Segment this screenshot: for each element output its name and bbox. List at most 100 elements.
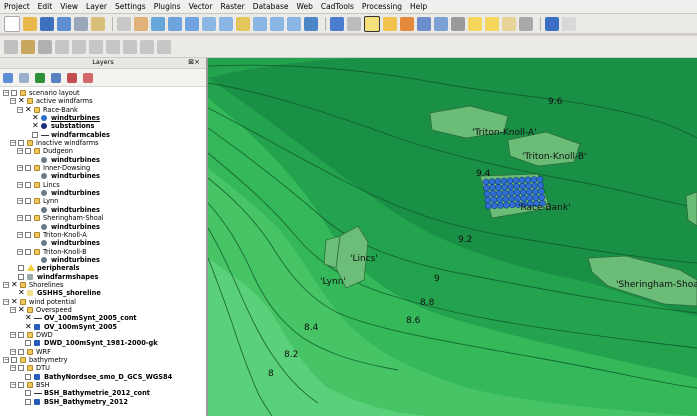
layer-visibility-checkbox[interactable]: ✕	[18, 97, 25, 105]
save-project-icon[interactable]	[40, 16, 54, 31]
expand-all-icon[interactable]	[51, 72, 61, 83]
layer-visibility-checkbox[interactable]	[25, 148, 31, 155]
layer-tree-row[interactable]: − Inner-Dowsing	[0, 164, 206, 172]
bookmark-icon[interactable]	[485, 16, 499, 31]
menu-cadtools[interactable]: CadTools	[321, 2, 354, 11]
layer-visibility-checkbox[interactable]	[25, 198, 31, 205]
layer-tree-row[interactable]: windturbines	[0, 256, 206, 264]
collapse-toggle-icon[interactable]: −	[3, 298, 9, 305]
layer-tree-row[interactable]: windturbines	[0, 223, 206, 231]
collapse-toggle-icon[interactable]: −	[3, 281, 9, 288]
layer-tree-row[interactable]: BathyNordsee_smo_D_GCS_WGS84	[0, 373, 206, 381]
layer-tree-row[interactable]: − ✕ Race-Bank	[0, 105, 206, 114]
deselect-icon[interactable]	[383, 16, 397, 31]
layer-tree-row[interactable]: − DTU	[0, 364, 206, 372]
zoom-in-icon[interactable]	[168, 16, 182, 31]
layer-visibility-checkbox[interactable]	[18, 348, 24, 355]
filter-legend-icon[interactable]	[35, 72, 45, 83]
layer-visibility-checkbox[interactable]	[18, 331, 24, 338]
zoom-full-icon[interactable]	[219, 16, 233, 31]
layer-tree-row[interactable]: − ✕ wind potential	[0, 297, 206, 306]
pan-to-selection-icon[interactable]	[151, 16, 165, 31]
collapse-toggle-icon[interactable]: −	[17, 248, 23, 255]
zoom-layer-icon[interactable]	[253, 16, 267, 31]
layer-tree-row[interactable]: − ✕ Shorelines	[0, 280, 206, 289]
layer-tree-row[interactable]: windturbines	[0, 156, 206, 164]
layer-tree-row[interactable]: peripherals	[0, 264, 206, 272]
add-group-icon[interactable]	[19, 72, 29, 83]
layer-tree-row[interactable]: windfarmcables	[0, 131, 206, 139]
layer-tree-row[interactable]: − Triton-Knoll-A	[0, 231, 206, 239]
collapse-toggle-icon[interactable]: −	[3, 90, 9, 96]
open-project-icon[interactable]	[23, 16, 37, 31]
new-project-icon[interactable]	[4, 15, 20, 32]
menu-edit[interactable]: Edit	[38, 2, 53, 11]
current-edits-icon[interactable]	[4, 39, 18, 54]
collapse-toggle-icon[interactable]: −	[17, 231, 23, 238]
layer-visibility-checkbox[interactable]: ✕	[18, 289, 25, 297]
collapse-toggle-icon[interactable]: −	[10, 382, 16, 389]
collapse-toggle-icon[interactable]: −	[17, 181, 23, 188]
remove-layer-icon[interactable]	[83, 72, 93, 83]
layer-visibility-checkbox[interactable]: ✕	[25, 105, 32, 113]
layer-tree-row[interactable]: − bathymetry	[0, 356, 206, 364]
layer-visibility-checkbox[interactable]	[25, 340, 31, 347]
menu-web[interactable]: Web	[296, 2, 312, 11]
field-calculator-icon[interactable]	[434, 16, 448, 31]
collapse-all-icon[interactable]	[67, 72, 77, 83]
map-tips-icon[interactable]	[468, 16, 482, 31]
cut-features-icon[interactable]	[123, 39, 137, 54]
collapse-toggle-icon[interactable]: −	[17, 198, 23, 205]
collapse-toggle-icon[interactable]: −	[17, 215, 23, 222]
zoom-selection-icon[interactable]	[236, 16, 250, 31]
menu-vector[interactable]: Vector	[189, 2, 213, 11]
layer-visibility-checkbox[interactable]	[25, 390, 31, 397]
layer-tree-row[interactable]: windturbines	[0, 172, 206, 180]
layer-visibility-checkbox[interactable]	[18, 382, 24, 389]
layer-tree-row[interactable]: − inactive windfarms	[0, 139, 206, 147]
zoom-last-icon[interactable]	[270, 16, 284, 31]
layer-tree-row[interactable]: DWD_100mSynt_1981-2000-gk	[0, 339, 206, 347]
layer-visibility-checkbox[interactable]	[25, 165, 31, 172]
layer-visibility-checkbox[interactable]	[32, 131, 38, 138]
layer-tree-row[interactable]: − Lynn	[0, 197, 206, 205]
node-tool-icon[interactable]	[89, 39, 103, 54]
zoom-next-icon[interactable]	[287, 16, 301, 31]
layer-tree-row[interactable]: BSH_Bathymetry_2012	[0, 398, 206, 406]
identify-icon[interactable]	[330, 16, 344, 31]
collapse-toggle-icon[interactable]: −	[10, 365, 16, 372]
toggle-editing-icon[interactable]	[21, 39, 35, 54]
annotation-icon[interactable]	[502, 16, 516, 31]
layer-tree-row[interactable]: ✕ windturbines	[0, 114, 206, 123]
layer-tree-row[interactable]: − Sheringham-Shoal	[0, 214, 206, 222]
layer-visibility-checkbox[interactable]	[25, 231, 31, 238]
collapse-toggle-icon[interactable]: −	[10, 306, 16, 313]
layer-visibility-checkbox[interactable]: ✕	[25, 314, 32, 322]
layer-tree-row[interactable]: ✕ GSHHS_shoreline	[0, 289, 206, 298]
layer-visibility-checkbox[interactable]	[11, 357, 17, 363]
save-as-icon[interactable]	[57, 16, 71, 31]
menu-help[interactable]: Help	[410, 2, 427, 11]
paste-features-icon[interactable]	[157, 39, 171, 54]
zoom-out-icon[interactable]	[185, 16, 199, 31]
layer-visibility-checkbox[interactable]: ✕	[25, 322, 32, 330]
layer-tree-row[interactable]: − Triton-Knoll-B	[0, 248, 206, 256]
menu-layer[interactable]: Layer	[86, 2, 107, 11]
menu-project[interactable]: Project	[4, 2, 30, 11]
refresh-icon[interactable]	[304, 16, 318, 31]
layer-visibility-checkbox[interactable]	[25, 215, 31, 222]
layer-visibility-checkbox[interactable]	[11, 90, 17, 96]
layer-tree-row[interactable]: − scenario layout	[0, 89, 206, 97]
touch-zoom-icon[interactable]	[117, 16, 131, 31]
layer-tree-row[interactable]: windturbines	[0, 189, 206, 197]
move-feature-icon[interactable]	[72, 39, 86, 54]
layer-tree-row[interactable]: − Dudgeon	[0, 147, 206, 155]
menu-plugins[interactable]: Plugins	[154, 2, 181, 11]
text-annotation-icon[interactable]	[519, 16, 533, 31]
collapse-toggle-icon[interactable]: −	[17, 106, 23, 113]
layer-tree-row[interactable]: ✕ OV_100mSynt_2005	[0, 322, 206, 331]
collapse-toggle-icon[interactable]: −	[10, 140, 16, 147]
pan-icon[interactable]	[134, 16, 148, 31]
collapse-toggle-icon[interactable]: −	[3, 357, 9, 363]
layer-visibility-checkbox[interactable]: ✕	[32, 114, 39, 122]
